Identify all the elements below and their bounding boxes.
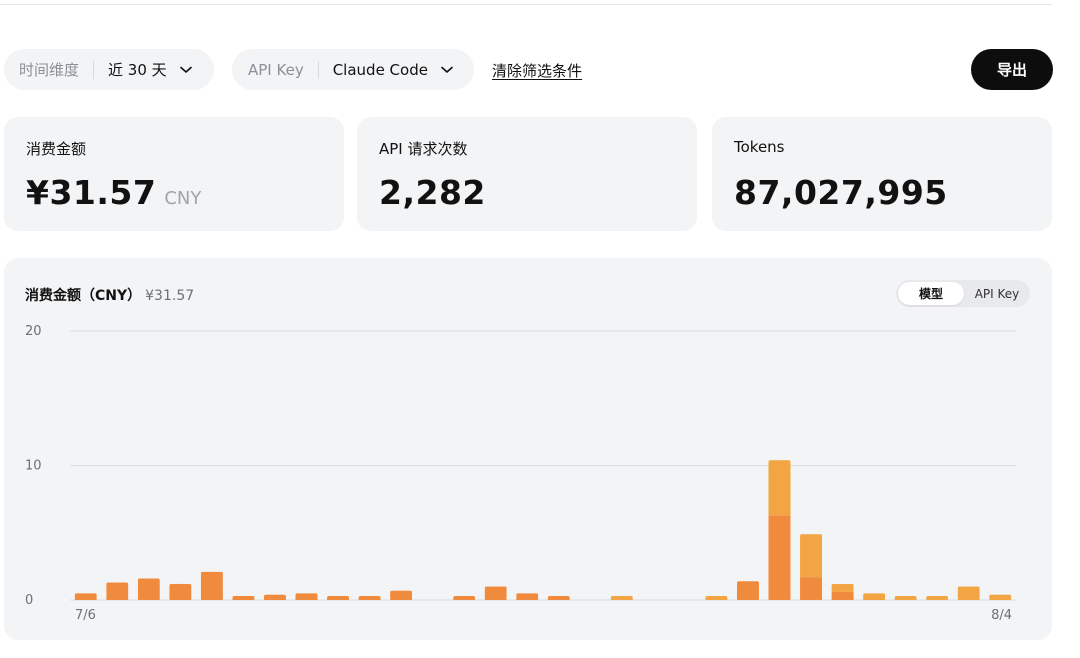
bar-segment-primary — [137, 578, 160, 600]
tokens-card: Tokens 87,027,995 — [712, 117, 1052, 231]
chevron-down-icon — [440, 63, 454, 77]
requests-label: API 请求次数 — [379, 140, 468, 158]
spending-bar-chart: 0 10 20 7/6 8/4 — [25, 324, 1016, 623]
x-tick-label-first: 7/6 — [75, 608, 96, 623]
bar-segment-primary — [358, 595, 381, 600]
time-range-label: 时间维度 — [19, 61, 80, 79]
time-range-filter[interactable]: 时间维度 近 30 天 — [4, 49, 214, 90]
bar-segment-primary — [327, 595, 350, 600]
bar-segment-secondary — [705, 595, 728, 600]
bar-segment-secondary — [768, 460, 791, 516]
tokens-label: Tokens — [734, 138, 785, 156]
spending-chart-card: 消费金额（CNY） ¥31.57 模型 API Key 0 10 20 7/6 8/4 — [4, 258, 1052, 640]
bar-segment-secondary — [926, 595, 949, 600]
clear-filters-link[interactable]: 清除筛选条件 — [492, 60, 582, 81]
filter-separator — [317, 60, 319, 79]
bar-segment-primary — [453, 595, 476, 600]
bar-segment-primary — [831, 591, 854, 600]
bar-segment-primary — [200, 571, 223, 600]
y-tick-label: 0 — [25, 593, 33, 608]
requests-value: 2,282 — [379, 173, 486, 212]
bar-segment-primary — [295, 593, 318, 600]
bar-segment-secondary — [894, 595, 917, 600]
amount-value-row: ¥31.57 CNY — [26, 173, 201, 212]
bar-segment-primary — [768, 515, 791, 600]
y-tick-label: 10 — [25, 459, 42, 474]
bar-segment-primary — [547, 595, 570, 600]
amount-label: 消费金额 — [26, 140, 87, 158]
api-key-label: API Key — [248, 60, 304, 79]
bar-segment-secondary — [957, 586, 980, 600]
filter-separator — [93, 60, 95, 79]
x-tick-label-last: 8/4 — [991, 608, 1012, 623]
tokens-value: 87,027,995 — [734, 173, 948, 212]
bar-segment-primary — [232, 595, 255, 600]
bar-segment-primary — [106, 582, 129, 600]
api-key-value: Claude Code — [332, 60, 428, 79]
bar-segment-primary — [169, 583, 192, 600]
export-button[interactable]: 导出 — [971, 49, 1053, 90]
chevron-down-icon — [179, 63, 193, 77]
bar-segment-primary — [484, 586, 507, 600]
y-tick-label: 20 — [25, 324, 42, 339]
bar-segment-primary — [263, 594, 286, 600]
amount-unit: CNY — [164, 188, 202, 209]
bar-segment-primary — [736, 581, 759, 600]
bar-segment-secondary — [989, 594, 1012, 600]
bar-segment-primary — [74, 593, 97, 600]
time-range-value: 近 30 天 — [108, 61, 167, 79]
bar-segment-secondary — [863, 593, 886, 600]
api-key-filter[interactable]: API Key Claude Code — [232, 49, 474, 90]
bar-segment-secondary — [831, 583, 854, 592]
bar-segment-primary — [390, 590, 413, 600]
top-divider — [0, 4, 1052, 5]
amount-card: 消费金额 ¥31.57 CNY — [4, 117, 344, 231]
amount-value: ¥31.57 — [26, 173, 157, 212]
requests-card: API 请求次数 2,282 — [357, 117, 697, 231]
bar-segment-primary — [516, 593, 539, 600]
bar-segment-primary — [800, 577, 823, 600]
bar-segment-secondary — [800, 534, 823, 578]
bar-segment-secondary — [610, 595, 633, 600]
